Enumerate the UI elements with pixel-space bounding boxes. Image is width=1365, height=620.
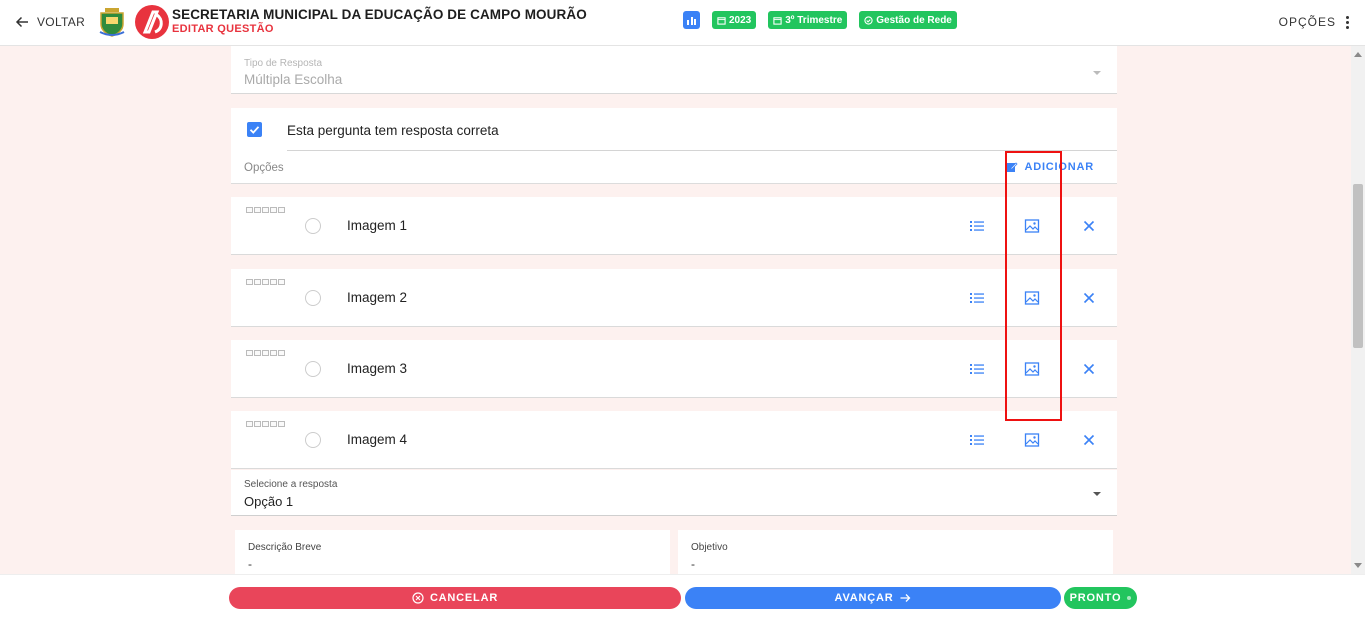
- correct-answer-checkbox[interactable]: [247, 122, 262, 137]
- correct-answer-label: Esta pergunta tem resposta correta: [287, 123, 499, 138]
- option-row: Imagem 1: [231, 197, 1117, 255]
- option-radio[interactable]: [305, 290, 321, 306]
- answer-select-label: Selecione a resposta: [244, 479, 338, 490]
- network-badge[interactable]: Gestão de Rede: [859, 11, 957, 29]
- next-button[interactable]: AVANÇAR: [685, 587, 1061, 609]
- scroll-down-icon[interactable]: [1354, 563, 1362, 568]
- org-block: SECRETARIA MUNICIPAL DA EDUCAÇÃO DE CAMP…: [172, 7, 587, 35]
- action-footer: CANCELAR AVANÇAR PRONTO: [0, 574, 1365, 620]
- app-header: VOLTAR SECRETARIA MUNICIPAL DA EDUCAÇÃO …: [0, 0, 1365, 46]
- option-label: Imagem 3: [347, 361, 408, 376]
- image-button[interactable]: [1022, 216, 1042, 236]
- image-icon: [1024, 433, 1040, 447]
- back-label: VOLTAR: [37, 15, 86, 29]
- chart-icon[interactable]: [683, 11, 700, 29]
- objective-field[interactable]: Objetivo -: [678, 530, 1113, 574]
- brief-description-value: -: [248, 557, 252, 571]
- options-menu-button[interactable]: OPÇÕES: [1279, 15, 1349, 29]
- context-badges: 2023 3º Trimestre Gestão de Rede: [683, 11, 957, 29]
- correct-answer-panel: Esta pergunta tem resposta correta Opçõe…: [231, 108, 1117, 184]
- list-icon: [970, 364, 984, 374]
- form-area: Tipo de Resposta Múltipla Escolha Esta p…: [0, 46, 1351, 574]
- close-icon: [1083, 220, 1095, 232]
- list-button[interactable]: [967, 216, 987, 236]
- list-icon: [970, 293, 984, 303]
- image-icon: [1024, 291, 1040, 305]
- chevron-down-icon: [1093, 492, 1101, 496]
- add-option-label: ADICIONAR: [1024, 160, 1094, 173]
- image-icon: [1024, 219, 1040, 233]
- brand-logo-icon: [135, 5, 169, 39]
- objective-label: Objetivo: [691, 542, 728, 553]
- option-label: Imagem 4: [347, 432, 408, 447]
- option-row: Imagem 3: [231, 340, 1117, 398]
- option-label: Imagem 1: [347, 218, 408, 233]
- list-icon: [970, 221, 984, 231]
- calendar-icon: [717, 16, 726, 25]
- thumbnail-strip: [246, 207, 285, 213]
- delete-option-button[interactable]: [1079, 359, 1099, 379]
- answer-select[interactable]: Selecione a resposta Opção 1: [231, 470, 1117, 516]
- org-title: SECRETARIA MUNICIPAL DA EDUCAÇÃO DE CAMP…: [172, 7, 587, 22]
- thumbnail-strip: [246, 279, 285, 285]
- close-circle-icon: [412, 592, 424, 604]
- answer-select-value: Opção 1: [244, 494, 294, 509]
- image-button[interactable]: [1022, 430, 1042, 450]
- list-icon: [970, 435, 984, 445]
- year-badge[interactable]: 2023: [712, 11, 757, 29]
- thumbnail-strip: [246, 421, 285, 427]
- scrollbar-thumb[interactable]: [1353, 184, 1363, 348]
- scroll-up-icon[interactable]: [1354, 52, 1362, 57]
- page-subtitle: EDITAR QUESTÃO: [172, 23, 274, 35]
- response-type-label: Tipo de Resposta: [244, 58, 323, 69]
- option-row: Imagem 2: [231, 269, 1117, 327]
- options-section-label: Opções: [244, 162, 284, 174]
- cancel-label: CANCELAR: [429, 592, 499, 604]
- period-badge[interactable]: 3º Trimestre: [768, 11, 848, 29]
- option-row: Imagem 4: [231, 411, 1117, 469]
- municipal-crest-icon: [99, 8, 125, 37]
- brief-description-field[interactable]: Descrição Breve -: [235, 530, 670, 574]
- done-button[interactable]: PRONTO: [1064, 587, 1137, 609]
- add-option-button[interactable]: ADICIONAR: [1005, 160, 1094, 173]
- response-type-value: Múltipla Escolha: [244, 72, 343, 87]
- image-button[interactable]: [1022, 359, 1042, 379]
- arrow-left-icon: [15, 16, 28, 28]
- done-label: PRONTO: [1069, 592, 1122, 604]
- image-button[interactable]: [1022, 288, 1042, 308]
- option-radio[interactable]: [305, 218, 321, 234]
- back-button[interactable]: VOLTAR: [14, 14, 85, 30]
- more-vertical-icon: [1346, 15, 1349, 29]
- arrow-right-icon: [900, 594, 911, 602]
- chevron-down-icon: [1093, 71, 1101, 75]
- delete-option-button[interactable]: [1079, 288, 1099, 308]
- option-radio[interactable]: [305, 361, 321, 377]
- thumbnail-strip: [246, 350, 285, 356]
- check-icon: [249, 126, 260, 134]
- vertical-scrollbar[interactable]: [1351, 46, 1365, 574]
- next-label: AVANÇAR: [834, 592, 894, 604]
- check-circle-icon: [864, 15, 873, 25]
- options-label: OPÇÕES: [1278, 15, 1336, 29]
- cancel-button[interactable]: CANCELAR: [229, 587, 681, 609]
- delete-option-button[interactable]: [1079, 430, 1099, 450]
- list-button[interactable]: [967, 288, 987, 308]
- status-dot-icon: [1127, 596, 1132, 600]
- response-type-select[interactable]: Tipo de Resposta Múltipla Escolha: [231, 46, 1117, 94]
- option-label: Imagem 2: [347, 290, 408, 305]
- close-icon: [1083, 363, 1095, 375]
- edit-add-icon: [1006, 162, 1019, 172]
- image-icon: [1024, 362, 1040, 376]
- close-icon: [1083, 292, 1095, 304]
- calendar-icon: [773, 16, 782, 25]
- list-button[interactable]: [967, 359, 987, 379]
- option-radio[interactable]: [305, 432, 321, 448]
- objective-value: -: [691, 557, 695, 571]
- close-icon: [1083, 434, 1095, 446]
- brief-description-label: Descrição Breve: [248, 542, 322, 553]
- list-button[interactable]: [967, 430, 987, 450]
- delete-option-button[interactable]: [1079, 216, 1099, 236]
- divider: [287, 150, 1117, 151]
